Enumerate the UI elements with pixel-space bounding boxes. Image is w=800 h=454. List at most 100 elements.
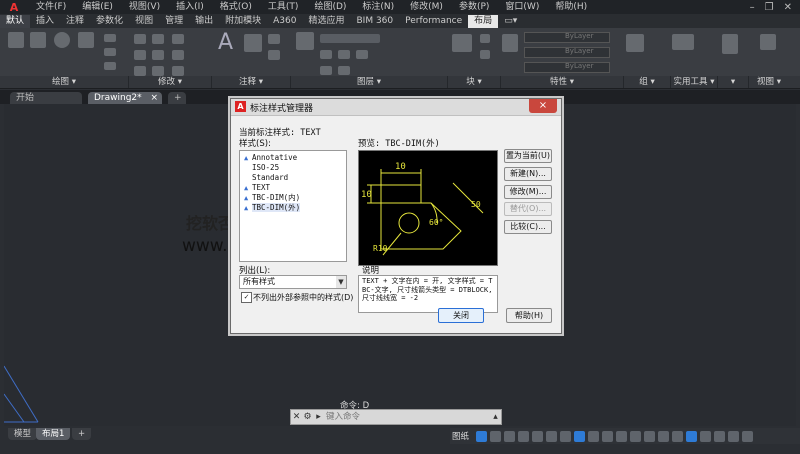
- list-filter-select[interactable]: 所有样式 ▼: [239, 275, 347, 289]
- panel-utilities[interactable]: 实用工具 ▾: [671, 76, 718, 88]
- tab-a360[interactable]: A360: [267, 15, 302, 28]
- arc-tool-icon[interactable]: [78, 32, 94, 48]
- measure-icon[interactable]: [672, 34, 694, 50]
- stretch-tool-icon[interactable]: [134, 66, 146, 76]
- menu-file[interactable]: 文件(F): [28, 0, 74, 14]
- selection-cycling-icon[interactable]: [602, 430, 614, 442]
- compare-styles-button[interactable]: 比较(C)...: [504, 220, 552, 234]
- dimension-tool-icon[interactable]: [244, 34, 262, 52]
- panel-groups[interactable]: 组 ▾: [624, 76, 671, 88]
- ribbon-options-icon[interactable]: ▭▾: [498, 15, 523, 28]
- panel-block[interactable]: 块 ▾: [448, 76, 501, 88]
- modify-style-button[interactable]: 修改(M)...: [504, 185, 552, 199]
- panel-modify[interactable]: 修改 ▾: [129, 76, 212, 88]
- snap-icon[interactable]: [476, 430, 488, 442]
- workspace-icon[interactable]: [630, 430, 642, 442]
- tab-layout1[interactable]: 布局1: [36, 428, 71, 440]
- group-icon[interactable]: [626, 34, 644, 52]
- layer-tool-icon[interactable]: [320, 50, 332, 59]
- clean-screen-icon[interactable]: [728, 430, 740, 442]
- tab-default[interactable]: 默认: [0, 15, 31, 28]
- exclude-xref-checkbox[interactable]: ✓: [241, 292, 252, 303]
- tab-bim360[interactable]: BIM 360: [350, 15, 399, 28]
- otrack-icon[interactable]: [532, 430, 544, 442]
- panel-clipboard[interactable]: ▾: [718, 76, 749, 88]
- close-button[interactable]: 关闭: [438, 308, 484, 323]
- wrench-icon[interactable]: ⚙: [302, 411, 313, 423]
- line-tool-icon[interactable]: [8, 32, 24, 48]
- panel-draw[interactable]: 绘图 ▾: [0, 76, 129, 88]
- tab-featured-apps[interactable]: 精选应用: [302, 15, 350, 28]
- units-icon[interactable]: [658, 430, 670, 442]
- mirror-tool-icon[interactable]: [152, 50, 164, 60]
- menu-draw[interactable]: 绘图(D): [306, 0, 354, 14]
- app-logo[interactable]: A: [0, 0, 28, 14]
- layer-tool-icon[interactable]: [338, 50, 350, 59]
- menu-dimension[interactable]: 标注(N): [354, 0, 402, 14]
- menu-parametric[interactable]: 参数(P): [451, 0, 497, 14]
- block-small-icon[interactable]: [480, 50, 490, 59]
- tab-manage[interactable]: 管理: [159, 15, 189, 28]
- minimize-icon[interactable]: –: [750, 2, 755, 13]
- doc-tab-start[interactable]: 开始: [10, 92, 82, 104]
- lock-ui-icon[interactable]: [686, 430, 698, 442]
- new-tab-button[interactable]: +: [168, 92, 186, 104]
- style-item-iso25[interactable]: ISO-25: [244, 163, 279, 173]
- ortho-icon[interactable]: [490, 430, 502, 442]
- style-item-standard[interactable]: Standard: [244, 173, 288, 183]
- tab-performance[interactable]: Performance: [399, 15, 468, 28]
- paper-space-toggle[interactable]: 图纸: [452, 430, 469, 442]
- insert-block-icon[interactable]: [452, 34, 472, 52]
- rotate-tool-icon[interactable]: [152, 34, 164, 44]
- linetype-dropdown[interactable]: ByLayer: [524, 47, 610, 58]
- tab-addins[interactable]: 附加模块: [219, 15, 267, 28]
- trim-tool-icon[interactable]: [172, 34, 184, 44]
- command-prompt-icon[interactable]: ▸: [313, 411, 324, 423]
- style-item-annotative[interactable]: ▲ Annotative: [244, 153, 297, 163]
- fillet-tool-icon[interactable]: [172, 50, 184, 60]
- menu-view[interactable]: 视图(V): [121, 0, 168, 14]
- annotation-small-icon[interactable]: [268, 34, 280, 44]
- style-item-tbc-dim-outer[interactable]: ▲ TBC-DIM(外): [244, 203, 301, 213]
- circle-tool-icon[interactable]: [54, 32, 70, 48]
- layer-properties-icon[interactable]: [296, 32, 314, 50]
- panel-view[interactable]: 视图 ▾: [749, 76, 789, 88]
- match-properties-icon[interactable]: [502, 34, 518, 52]
- tab-insert[interactable]: 插入: [30, 15, 60, 28]
- transparency-icon[interactable]: [588, 430, 600, 442]
- set-current-button[interactable]: 置为当前(U): [504, 149, 552, 163]
- polar-icon[interactable]: [504, 430, 516, 442]
- panel-properties[interactable]: 特性 ▾: [501, 76, 624, 88]
- menu-window[interactable]: 窗口(W): [497, 0, 547, 14]
- menu-insert[interactable]: 插入(I): [168, 0, 212, 14]
- menu-modify[interactable]: 修改(M): [402, 0, 451, 14]
- new-style-button[interactable]: 新建(N)...: [504, 167, 552, 181]
- tab-parametric[interactable]: 参数化: [90, 15, 129, 28]
- hardware-acceleration-icon[interactable]: [714, 430, 726, 442]
- panel-annotation[interactable]: 注释 ▾: [212, 76, 291, 88]
- menu-format[interactable]: 格式(O): [212, 0, 260, 14]
- doc-tab-drawing[interactable]: Drawing2* ×: [88, 92, 162, 104]
- close-icon[interactable]: ✕: [291, 411, 302, 423]
- draw-small-icon[interactable]: [104, 34, 116, 42]
- close-tab-icon[interactable]: ×: [150, 92, 158, 104]
- customization-icon[interactable]: [742, 430, 754, 442]
- add-layout-button[interactable]: +: [72, 428, 92, 440]
- draw-small-icon[interactable]: [104, 48, 116, 56]
- tab-view[interactable]: 视图: [129, 15, 159, 28]
- quick-properties-icon[interactable]: [672, 430, 684, 442]
- help-button[interactable]: 帮助(H): [506, 308, 552, 323]
- lineweight-dropdown[interactable]: ByLayer: [524, 62, 610, 73]
- color-dropdown[interactable]: ByLayer: [524, 32, 610, 43]
- annotation-scale-icon[interactable]: [616, 430, 628, 442]
- dialog-close-button[interactable]: ×: [529, 99, 557, 113]
- osnap-icon[interactable]: [518, 430, 530, 442]
- text-tool-icon[interactable]: A: [218, 30, 233, 55]
- copy-tool-icon[interactable]: [134, 50, 146, 60]
- tab-annotate[interactable]: 注释: [60, 15, 90, 28]
- menu-edit[interactable]: 编辑(E): [74, 0, 121, 14]
- close-window-icon[interactable]: ✕: [784, 2, 792, 13]
- clipboard-icon[interactable]: [722, 34, 738, 54]
- command-input[interactable]: [324, 411, 468, 423]
- style-item-text[interactable]: ▲ TEXT: [244, 183, 270, 193]
